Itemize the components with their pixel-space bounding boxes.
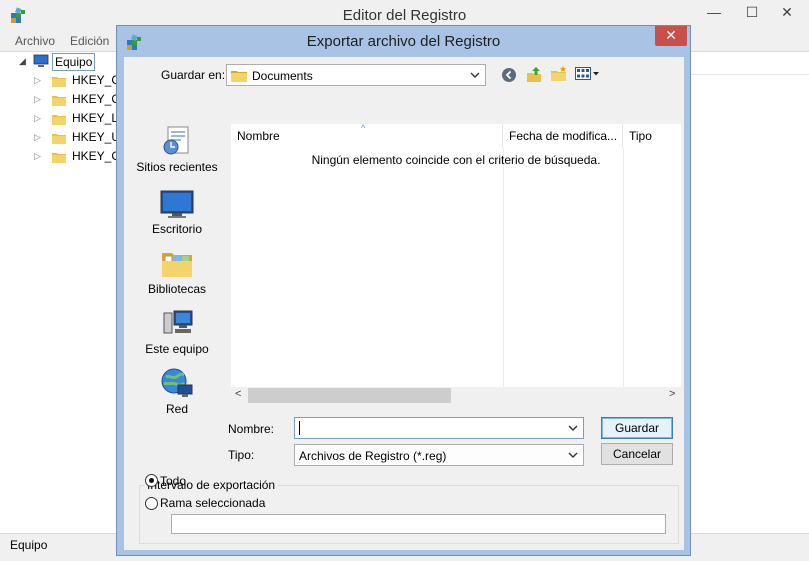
filename-input[interactable] — [299, 421, 300, 435]
folder-icon — [52, 115, 66, 125]
filetype-dropdown[interactable]: Archivos de Registro (*.reg) — [294, 444, 584, 466]
column-divider — [623, 148, 624, 387]
place-label: Escritorio — [151, 222, 202, 236]
expand-arrow-icon[interactable]: ▷ — [34, 109, 41, 128]
type-label: Tipo: — [228, 448, 255, 462]
save-in-dropdown[interactable]: Documents — [226, 64, 486, 86]
expand-arrow-icon[interactable]: ▷ — [34, 147, 41, 166]
back-arrow-icon[interactable] — [501, 67, 517, 83]
radio-branch-label[interactable]: Rama seleccionada — [160, 496, 265, 510]
place-label: Bibliotecas — [147, 282, 207, 296]
dialog-client-area: Guardar en: Documents Sitios recientes E… — [124, 57, 684, 550]
place-this-pc[interactable]: Este equipo — [124, 307, 230, 356]
view-menu-icon[interactable] — [575, 67, 601, 81]
up-folder-icon[interactable] — [525, 65, 543, 83]
save-in-label: Guardar en: — [161, 68, 226, 82]
horizontal-scrollbar[interactable]: < > — [231, 387, 681, 405]
values-list-header — [688, 55, 809, 75]
save-in-value: Documents — [252, 69, 313, 83]
place-label: Red — [165, 402, 188, 416]
folder-icon — [52, 96, 66, 106]
recent-places-icon — [163, 126, 189, 155]
status-text: Equipo — [10, 538, 48, 552]
dialog-close-button[interactable]: ✕ — [655, 26, 687, 46]
file-list[interactable]: Nombre ^ Fecha de modifica... Tipo Ningú… — [230, 123, 682, 406]
minimize-button[interactable]: — — [694, 0, 734, 24]
filename-label: Nombre: — [228, 422, 275, 436]
menu-archivo[interactable]: Archivo — [15, 34, 55, 48]
network-globe-icon — [161, 368, 193, 397]
computer-icon — [163, 310, 193, 334]
column-header-name[interactable]: Nombre ^ — [231, 123, 503, 148]
filetype-value: Archivos de Registro (*.reg) — [299, 449, 447, 463]
chevron-down-icon[interactable] — [567, 448, 579, 462]
scroll-left-icon[interactable]: < — [235, 388, 241, 400]
cancel-button[interactable]: Cancelar — [601, 443, 673, 465]
close-button[interactable]: ✕ — [765, 0, 809, 24]
column-label: Fecha de modifica... — [509, 129, 618, 143]
place-desktop[interactable]: Escritorio — [124, 187, 230, 236]
chevron-down-icon[interactable] — [469, 68, 481, 82]
export-registry-dialog: Exportar archivo del Registro ✕ Guardar … — [116, 25, 691, 556]
place-recent-sites[interactable]: Sitios recientes — [124, 125, 230, 174]
expand-arrow-icon[interactable]: ▷ — [34, 90, 41, 109]
chevron-down-icon[interactable] — [567, 421, 579, 435]
empty-list-message: Ningún elemento coincide con el criterio… — [311, 153, 601, 167]
filename-combobox[interactable] — [294, 417, 584, 439]
tree-label-equipo: Equipo — [52, 53, 96, 71]
column-label: Nombre — [237, 129, 280, 143]
radio-selected-branch[interactable] — [145, 497, 158, 510]
scroll-right-icon[interactable]: > — [669, 388, 675, 400]
menu-edicion[interactable]: Edición — [70, 34, 109, 48]
sort-ascending-icon: ^ — [361, 123, 366, 133]
folder-icon — [52, 153, 66, 163]
place-network[interactable]: Red — [124, 367, 230, 416]
column-label: Tipo — [629, 129, 652, 143]
place-libraries[interactable]: Bibliotecas — [124, 247, 230, 296]
folder-icon — [52, 134, 66, 144]
column-header-date[interactable]: Fecha de modifica... — [503, 124, 623, 148]
main-window-title: Editor del Registro — [342, 7, 467, 24]
expand-arrow-icon[interactable]: ▷ — [34, 71, 41, 90]
computer-icon — [33, 54, 49, 67]
folder-icon — [52, 77, 66, 87]
collapse-arrow-icon[interactable]: ◢ — [19, 52, 26, 71]
branch-path-input[interactable] — [171, 514, 666, 534]
scrollbar-thumb[interactable] — [248, 388, 451, 403]
dialog-title: Exportar archivo del Registro — [306, 33, 501, 50]
column-header-type[interactable]: Tipo — [623, 124, 681, 148]
folder-icon — [231, 71, 247, 82]
radio-all-label[interactable]: Todo — [160, 474, 186, 488]
place-label: Este equipo — [145, 342, 209, 356]
save-button[interactable]: Guardar — [601, 417, 673, 439]
column-divider — [503, 148, 504, 387]
radio-all[interactable] — [145, 474, 158, 487]
new-folder-icon[interactable] — [550, 65, 568, 83]
place-label: Sitios recientes — [136, 160, 218, 174]
expand-arrow-icon[interactable]: ▷ — [34, 128, 41, 147]
libraries-icon — [162, 253, 192, 277]
desktop-icon — [160, 190, 194, 218]
